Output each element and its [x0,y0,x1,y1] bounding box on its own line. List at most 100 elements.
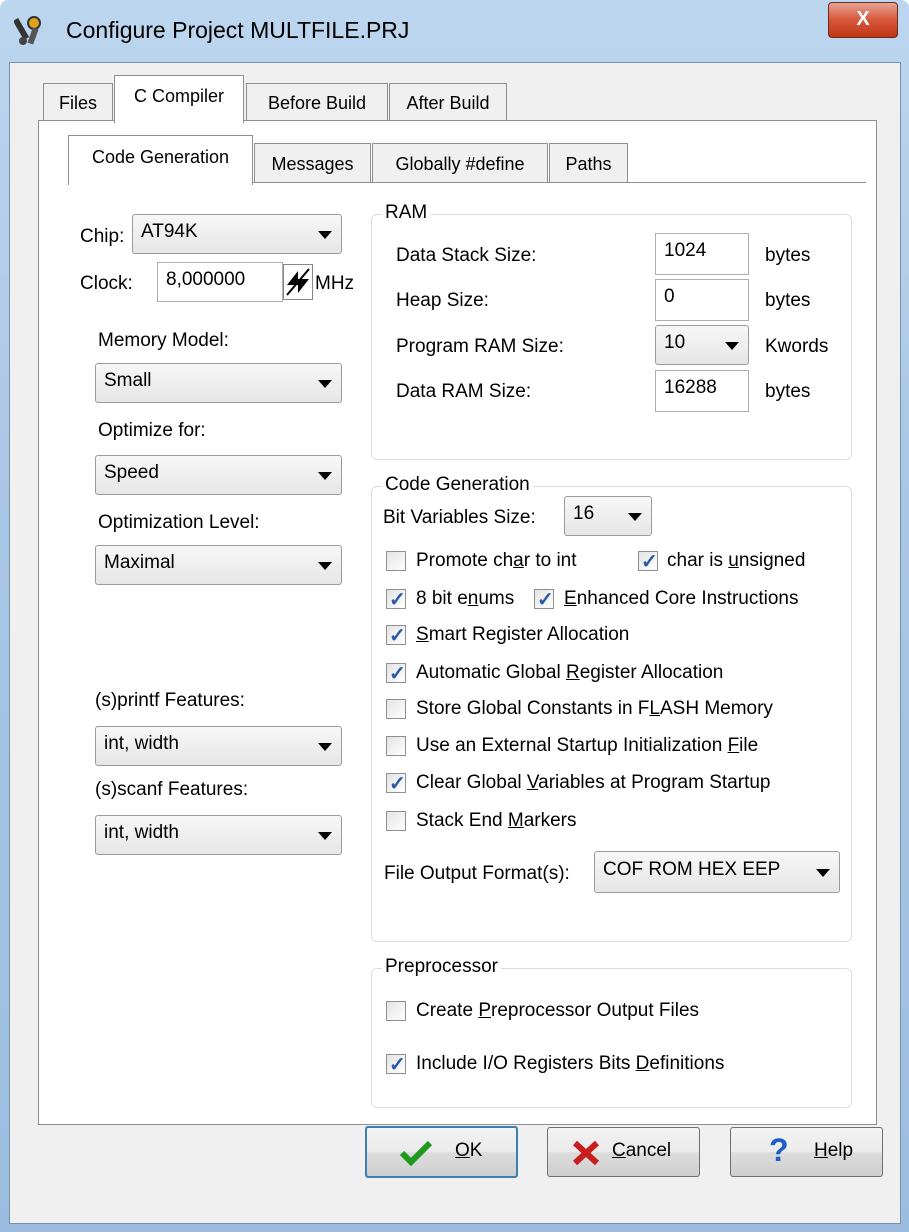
close-button[interactable]: X [828,2,898,38]
auto-global-register-checkbox[interactable]: ✓ [386,663,406,685]
checkmark-icon: ✓ [389,773,406,795]
optimization-level-label: Optimization Level: [98,512,260,533]
external-startup-checkbox[interactable]: ✓ [386,736,406,756]
promote-char-checkbox[interactable]: ✓ [386,551,406,571]
auto-global-register-label: Automatic Global Register Allocation [416,662,724,683]
help-button-label: Help [814,1140,854,1161]
create-preprocessor-files-label: Create Preprocessor Output Files [416,1000,700,1021]
memory-model-select[interactable]: Small [95,363,342,403]
clock-input[interactable]: 8,000000 [157,262,283,302]
x-icon [572,1140,600,1166]
heap-size-label: Heap Size: [396,290,489,311]
spin-icon [286,268,310,296]
printf-features-label: (s)printf Features: [95,690,245,711]
promote-char-label: Promote char to int [416,550,577,571]
scanf-features-select[interactable]: int, width [95,815,342,855]
chevron-down-icon [318,231,332,239]
tab-c-compiler[interactable]: C Compiler [114,75,244,123]
chevron-down-icon [318,743,332,751]
char-unsigned-checkbox[interactable]: ✓ [638,551,658,573]
chip-select[interactable]: AT94K [132,214,342,254]
ok-button-label: OK [455,1140,483,1161]
tab-paths[interactable]: Paths [549,143,628,183]
store-constants-flash-label: Store Global Constants in FLASH Memory [416,698,773,719]
clear-globals-checkbox[interactable]: ✓ [386,773,406,795]
checkmark-icon: ✓ [537,589,554,611]
enhanced-core-label: Enhanced Core Instructions [564,588,799,609]
clear-globals-label: Clear Global Variables at Program Startu… [416,772,771,793]
window-title: Configure Project MULTFILE.PRJ [66,17,410,43]
checkmark-icon [399,1140,433,1166]
tab-after-build[interactable]: After Build [389,83,507,121]
clock-unit: MHz [315,273,355,294]
create-preprocessor-files-checkbox[interactable]: ✓ [386,1001,406,1021]
include-io-bits-label: Include I/O Registers Bits Definitions [416,1053,725,1074]
checkmark-icon: ✓ [389,1054,406,1076]
program-ram-size-select[interactable]: 10 [655,325,749,365]
printf-features-select[interactable]: int, width [95,726,342,766]
tab-files[interactable]: Files [43,83,113,121]
code-generation-group-title: Code Generation [382,474,533,496]
scanf-features-label: (s)scanf Features: [95,779,249,800]
optimize-for-select[interactable]: Speed [95,455,342,495]
checkmark-icon: ✓ [641,551,658,573]
optimize-for-label: Optimize for: [98,420,206,441]
tab-globally-define[interactable]: Globally #define [372,143,548,183]
ok-button[interactable]: OK [365,1126,518,1178]
optimization-level-select[interactable]: Maximal [95,545,342,585]
chevron-down-icon [318,562,332,570]
memory-model-label: Memory Model: [98,330,229,351]
enums-8bit-checkbox[interactable]: ✓ [386,589,406,611]
tab-code-generation[interactable]: Code Generation [68,135,253,185]
chevron-down-icon [628,513,642,521]
smart-register-checkbox[interactable]: ✓ [386,625,406,647]
chevron-down-icon [318,832,332,840]
data-ram-size-input[interactable]: 16288 [655,370,749,412]
ram-group-title: RAM [382,202,431,224]
cancel-button-label: Cancel [612,1140,672,1161]
chevron-down-icon [725,342,739,350]
data-stack-size-unit: bytes [765,245,811,266]
title-bar[interactable]: Configure Project MULTFILE.PRJ X [0,0,909,62]
data-ram-size-label: Data RAM Size: [396,381,532,402]
file-output-format-select[interactable]: COF ROM HEX EEP [594,851,840,893]
bit-variables-size-label: Bit Variables Size: [383,507,536,528]
tab-before-build[interactable]: Before Build [246,83,388,121]
dialog-window: Configure Project MULTFILE.PRJ X Files C… [0,0,909,1232]
char-unsigned-label: char is unsigned [667,550,806,571]
app-tools-icon [14,16,41,45]
data-stack-size-input[interactable]: 1024 [655,233,749,275]
help-button[interactable]: ? Help [730,1127,883,1177]
chip-value: AT94K [141,221,198,242]
program-ram-size-label: Program RAM Size: [396,336,564,357]
data-stack-size-label: Data Stack Size: [396,245,537,266]
preprocessor-group-title: Preprocessor [382,956,501,978]
file-output-format-label: File Output Format(s): [384,863,570,884]
smart-register-label: Smart Register Allocation [416,624,630,645]
chevron-down-icon [816,869,830,877]
tab-messages[interactable]: Messages [254,143,371,183]
cancel-button[interactable]: Cancel [547,1127,700,1177]
bit-variables-size-select[interactable]: 16 [564,496,652,536]
chip-label: Chip: [80,226,125,247]
chevron-down-icon [318,472,332,480]
enums-8bit-label: 8 bit enums [416,588,515,609]
enhanced-core-checkbox[interactable]: ✓ [534,589,554,611]
question-icon: ? [769,1132,789,1168]
dialog-client: Files C Compiler Before Build After Buil… [9,62,901,1224]
heap-size-unit: bytes [765,290,811,311]
data-ram-size-unit: bytes [765,381,811,402]
include-io-bits-checkbox[interactable]: ✓ [386,1054,406,1076]
checkmark-icon: ✓ [389,625,406,647]
close-icon: X [856,8,870,30]
clock-spin-button[interactable] [283,264,313,300]
external-startup-label: Use an External Startup Initialization F… [416,735,759,756]
heap-size-input[interactable]: 0 [655,279,749,321]
checkmark-icon: ✓ [389,589,406,611]
stack-end-markers-checkbox[interactable]: ✓ [386,811,406,831]
clock-label: Clock: [80,273,133,294]
store-constants-flash-checkbox[interactable]: ✓ [386,699,406,719]
stack-end-markers-label: Stack End Markers [416,810,577,831]
chevron-down-icon [318,380,332,388]
preprocessor-group [371,968,852,1108]
